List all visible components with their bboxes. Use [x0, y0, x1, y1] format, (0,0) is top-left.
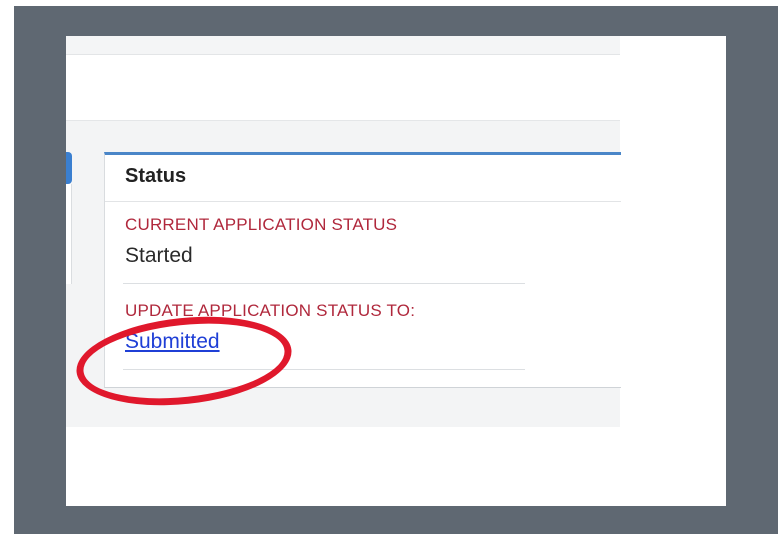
submitted-status-link[interactable]: Submitted — [125, 330, 220, 354]
top-bar — [66, 36, 620, 55]
status-panel: Status CURRENT APPLICATION STATUS Starte… — [104, 152, 621, 388]
panel-title: Status — [125, 165, 187, 187]
current-status-label: CURRENT APPLICATION STATUS — [125, 215, 398, 234]
screen-capture: Status CURRENT APPLICATION STATUS Starte… — [66, 36, 726, 506]
current-status-value: Started — [125, 244, 193, 267]
update-status-label: UPDATE APPLICATION STATUS TO: — [125, 301, 416, 320]
current-status-divider — [123, 283, 525, 284]
title-divider — [105, 201, 621, 202]
update-status-divider — [123, 369, 525, 370]
left-nav-panel — [66, 184, 72, 284]
left-nav-tab[interactable] — [66, 152, 72, 184]
